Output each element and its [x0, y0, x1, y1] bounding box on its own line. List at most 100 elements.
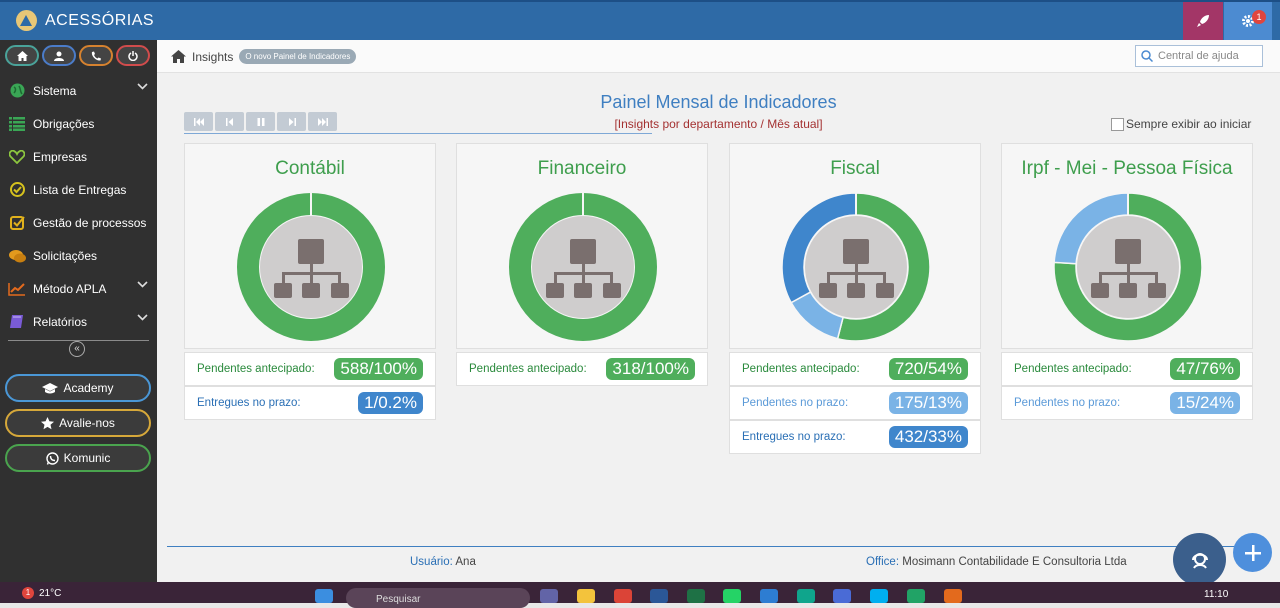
card-title: Financeiro — [537, 158, 627, 179]
academy-label: Academy — [63, 381, 114, 395]
collapse-sidebar-button[interactable]: « — [69, 341, 85, 357]
card-title: Irpf - Mei - Pessoa Física — [1021, 158, 1233, 179]
chevron-down-icon — [137, 83, 148, 90]
stat-value: 47/76% — [1170, 358, 1240, 380]
card-irpf: Irpf - Mei - Pessoa Física — [1001, 143, 1253, 349]
stat-value: 1/0.2% — [358, 392, 423, 414]
home-icon — [16, 50, 28, 61]
card-title: Fiscal — [830, 158, 880, 179]
komunic-button[interactable]: Komunic — [5, 444, 151, 472]
phone-icon — [91, 51, 101, 61]
stat-row: Pendentes antecipado: 318/100% — [456, 352, 708, 386]
stat-label: Pendentes antecipado: — [742, 363, 860, 375]
first-slide-button[interactable] — [184, 112, 213, 131]
phone-button[interactable] — [79, 45, 113, 66]
new-panel-badge: O novo Painel de Indicadores — [239, 49, 357, 64]
footer-office-value: Mosimann Contabilidade E Consultoria Ltd… — [902, 556, 1127, 568]
step-back-icon — [225, 117, 233, 126]
chevron-down-icon — [137, 281, 148, 288]
always-show-option[interactable]: Sempre exibir ao iniciar — [1111, 117, 1251, 131]
donut-chart — [237, 193, 385, 341]
sidebar-item-metodo-apla[interactable]: Método APLA — [0, 272, 157, 305]
last-slide-button[interactable] — [308, 112, 337, 131]
slideshow-progress — [184, 133, 652, 134]
pause-button[interactable] — [246, 112, 275, 131]
stat-row: Pendentes antecipado: 588/100% — [184, 352, 436, 386]
stat-row: Entregues no prazo: 1/0.2% — [184, 386, 436, 420]
help-search[interactable] — [1135, 45, 1263, 67]
sheets-icon[interactable] — [907, 589, 925, 603]
step-forward-icon — [288, 117, 296, 126]
word-icon[interactable] — [650, 589, 668, 603]
breadcrumb-insights[interactable]: Insights — [192, 50, 233, 64]
rate-button[interactable]: Avalie-nos — [5, 409, 151, 437]
help-search-input[interactable] — [1158, 50, 1258, 62]
stat-value: 432/33% — [888, 426, 968, 448]
sidebar-item-obrigacoes[interactable]: Obrigações — [0, 107, 157, 140]
footer-user: Usuário: Ana — [410, 556, 476, 568]
always-show-label: Sempre exibir ao iniciar — [1126, 117, 1252, 131]
weather-temperature: 21°C — [39, 587, 62, 599]
whatsapp-app-icon[interactable] — [723, 589, 741, 603]
list-icon — [9, 116, 25, 131]
donut-chart — [509, 193, 657, 341]
sidebar-item-label: Sistema — [33, 83, 77, 98]
sidebar-item-gestao-processos[interactable]: Gestão de processos — [0, 206, 157, 239]
edge-icon[interactable] — [797, 589, 815, 603]
chat-icon — [8, 249, 26, 262]
next-slide-button[interactable] — [277, 112, 306, 131]
sidebar-item-sistema[interactable]: Sistema — [0, 74, 157, 107]
sidebar-item-label: Gestão de processos — [33, 215, 147, 230]
stat-value: 588/100% — [334, 358, 423, 380]
card-contabil: Contábil — [184, 143, 436, 349]
chrome-icon[interactable] — [614, 589, 632, 603]
sidebar-item-lista-entregas[interactable]: Lista de Entregas — [0, 173, 157, 206]
previous-slide-button[interactable] — [215, 112, 244, 131]
sidebar-item-relatorios[interactable]: Relatórios — [0, 305, 157, 338]
folder-icon[interactable] — [577, 589, 595, 603]
quick-actions — [5, 45, 150, 66]
academy-button[interactable]: Academy — [5, 374, 151, 402]
home-icon[interactable] — [171, 50, 186, 63]
star-icon — [41, 416, 55, 429]
sidebar-item-solicitacoes[interactable]: Solicitações — [0, 239, 157, 272]
sidebar-item-label: Solicitações — [33, 248, 98, 263]
user-button[interactable] — [42, 45, 76, 66]
weather-widget[interactable]: 1 21°C — [22, 587, 61, 599]
whatsapp-icon — [45, 451, 59, 465]
stat-label: Pendentes no prazo: — [1014, 397, 1121, 409]
app-icon[interactable] — [833, 589, 851, 603]
teams-icon[interactable] — [540, 589, 558, 603]
donut-chart — [781, 192, 931, 342]
stat-label: Pendentes antecipado: — [197, 363, 315, 375]
stat-label: Entregues no prazo: — [742, 431, 846, 443]
footer-user-key: Usuário: — [410, 556, 453, 568]
app-icon[interactable] — [944, 589, 962, 603]
stat-row: Pendentes antecipado: 720/54% — [729, 352, 981, 386]
komunic-label: Komunic — [63, 451, 111, 465]
rocket-button[interactable] — [1183, 2, 1223, 40]
stat-value: 318/100% — [606, 358, 695, 380]
power-button[interactable] — [116, 45, 150, 66]
sidebar-item-label: Relatórios — [33, 314, 88, 329]
stat-label: Pendentes no prazo: — [742, 397, 849, 409]
skype-icon[interactable] — [870, 589, 888, 603]
app-icon[interactable] — [760, 589, 778, 603]
main-content: Insights O novo Painel de Indicadores Pa… — [157, 40, 1280, 586]
plus-icon — [1244, 544, 1261, 561]
stat-row: Pendentes no prazo: 15/24% — [1001, 386, 1253, 420]
panel-title: Painel Mensal de Indicadores — [600, 92, 837, 112]
excel-icon[interactable] — [687, 589, 705, 603]
sidebar-item-empresas[interactable]: Empresas — [0, 140, 157, 173]
taskbar-search[interactable]: Pesquisar — [346, 588, 530, 608]
home-button[interactable] — [5, 45, 39, 66]
always-show-checkbox[interactable] — [1111, 117, 1124, 131]
app-title: ACESSÓRIAS — [45, 11, 155, 29]
windows-start-icon[interactable] — [315, 589, 333, 603]
add-button[interactable] — [1233, 533, 1272, 572]
stat-value: 15/24% — [1170, 392, 1240, 414]
taskbar-search-label: Pesquisar — [376, 594, 421, 605]
support-chat-button[interactable] — [1173, 533, 1226, 586]
brand[interactable]: ACESSÓRIAS — [16, 10, 154, 31]
settings-button[interactable]: 1 — [1224, 2, 1272, 40]
